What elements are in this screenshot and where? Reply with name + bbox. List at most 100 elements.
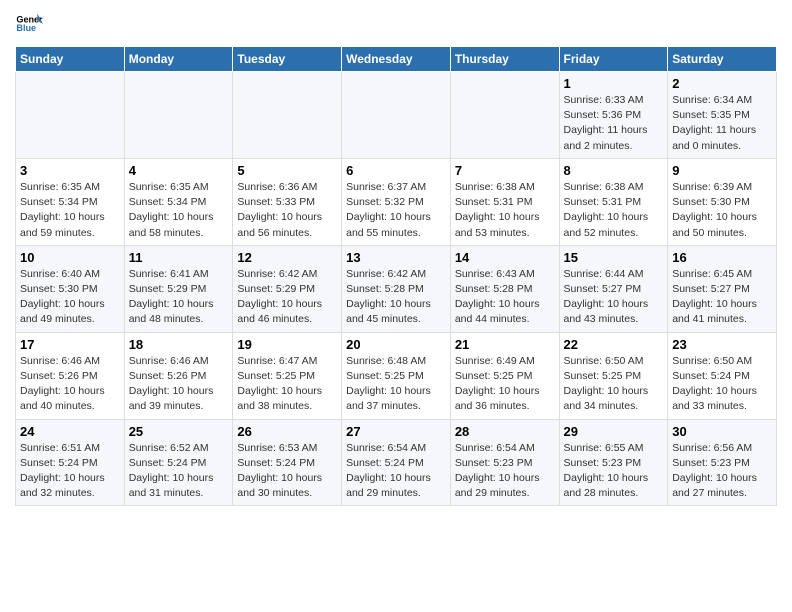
weekday-header-tuesday: Tuesday (233, 47, 342, 72)
day-info: Sunrise: 6:54 AMSunset: 5:23 PMDaylight:… (455, 441, 555, 502)
calendar-cell: 1 Sunrise: 6:33 AMSunset: 5:36 PMDaylight… (559, 72, 668, 159)
day-info: Sunrise: 6:38 AMSunset: 5:31 PMDaylight:… (455, 180, 555, 241)
day-info: Sunrise: 6:34 AMSunset: 5:35 PMDaylight:… (672, 93, 772, 154)
day-number: 20 (346, 337, 446, 352)
day-number: 1 (564, 76, 664, 91)
day-info: Sunrise: 6:46 AMSunset: 5:26 PMDaylight:… (20, 354, 120, 415)
calendar-cell: 3 Sunrise: 6:35 AMSunset: 5:34 PMDaylight… (16, 158, 125, 245)
day-info: Sunrise: 6:42 AMSunset: 5:29 PMDaylight:… (237, 267, 337, 328)
day-number: 18 (129, 337, 229, 352)
day-info: Sunrise: 6:51 AMSunset: 5:24 PMDaylight:… (20, 441, 120, 502)
day-info: Sunrise: 6:37 AMSunset: 5:32 PMDaylight:… (346, 180, 446, 241)
calendar-cell: 7 Sunrise: 6:38 AMSunset: 5:31 PMDaylight… (450, 158, 559, 245)
day-info: Sunrise: 6:54 AMSunset: 5:24 PMDaylight:… (346, 441, 446, 502)
svg-text:Blue: Blue (16, 23, 36, 33)
day-number: 8 (564, 163, 664, 178)
day-info: Sunrise: 6:43 AMSunset: 5:28 PMDaylight:… (455, 267, 555, 328)
calendar-cell: 6 Sunrise: 6:37 AMSunset: 5:32 PMDaylight… (342, 158, 451, 245)
day-info: Sunrise: 6:49 AMSunset: 5:25 PMDaylight:… (455, 354, 555, 415)
calendar-cell (342, 72, 451, 159)
day-number: 13 (346, 250, 446, 265)
day-number: 12 (237, 250, 337, 265)
day-number: 21 (455, 337, 555, 352)
calendar-cell: 23 Sunrise: 6:50 AMSunset: 5:24 PMDayligh… (668, 332, 777, 419)
calendar-cell (450, 72, 559, 159)
calendar-cell: 13 Sunrise: 6:42 AMSunset: 5:28 PMDayligh… (342, 245, 451, 332)
day-number: 14 (455, 250, 555, 265)
day-number: 23 (672, 337, 772, 352)
day-info: Sunrise: 6:55 AMSunset: 5:23 PMDaylight:… (564, 441, 664, 502)
calendar-cell: 15 Sunrise: 6:44 AMSunset: 5:27 PMDayligh… (559, 245, 668, 332)
calendar-cell: 21 Sunrise: 6:49 AMSunset: 5:25 PMDayligh… (450, 332, 559, 419)
day-number: 5 (237, 163, 337, 178)
day-info: Sunrise: 6:38 AMSunset: 5:31 PMDaylight:… (564, 180, 664, 241)
logo-icon: General Blue (15, 10, 43, 38)
day-info: Sunrise: 6:47 AMSunset: 5:25 PMDaylight:… (237, 354, 337, 415)
day-info: Sunrise: 6:50 AMSunset: 5:24 PMDaylight:… (672, 354, 772, 415)
calendar-cell: 9 Sunrise: 6:39 AMSunset: 5:30 PMDaylight… (668, 158, 777, 245)
calendar-cell: 16 Sunrise: 6:45 AMSunset: 5:27 PMDayligh… (668, 245, 777, 332)
day-number: 6 (346, 163, 446, 178)
day-number: 10 (20, 250, 120, 265)
day-number: 17 (20, 337, 120, 352)
calendar-cell: 26 Sunrise: 6:53 AMSunset: 5:24 PMDayligh… (233, 419, 342, 506)
weekday-header-monday: Monday (124, 47, 233, 72)
day-info: Sunrise: 6:46 AMSunset: 5:26 PMDaylight:… (129, 354, 229, 415)
day-number: 29 (564, 424, 664, 439)
calendar-cell: 17 Sunrise: 6:46 AMSunset: 5:26 PMDayligh… (16, 332, 125, 419)
day-info: Sunrise: 6:36 AMSunset: 5:33 PMDaylight:… (237, 180, 337, 241)
day-number: 26 (237, 424, 337, 439)
day-number: 22 (564, 337, 664, 352)
day-number: 3 (20, 163, 120, 178)
day-number: 16 (672, 250, 772, 265)
day-info: Sunrise: 6:39 AMSunset: 5:30 PMDaylight:… (672, 180, 772, 241)
day-info: Sunrise: 6:45 AMSunset: 5:27 PMDaylight:… (672, 267, 772, 328)
calendar-cell: 18 Sunrise: 6:46 AMSunset: 5:26 PMDayligh… (124, 332, 233, 419)
calendar-cell: 30Sunrise: 6:56 AMSunset: 5:23 PMDayligh… (668, 419, 777, 506)
calendar-cell: 19 Sunrise: 6:47 AMSunset: 5:25 PMDayligh… (233, 332, 342, 419)
day-number: 4 (129, 163, 229, 178)
weekday-header-thursday: Thursday (450, 47, 559, 72)
day-info: Sunrise: 6:35 AMSunset: 5:34 PMDaylight:… (20, 180, 120, 241)
calendar-cell (233, 72, 342, 159)
day-number: 2 (672, 76, 772, 91)
calendar-cell (124, 72, 233, 159)
day-info: Sunrise: 6:48 AMSunset: 5:25 PMDaylight:… (346, 354, 446, 415)
day-info: Sunrise: 6:42 AMSunset: 5:28 PMDaylight:… (346, 267, 446, 328)
weekday-header-wednesday: Wednesday (342, 47, 451, 72)
logo: General Blue (15, 10, 47, 38)
weekday-header-friday: Friday (559, 47, 668, 72)
header: General Blue (15, 10, 777, 38)
calendar-cell: 5 Sunrise: 6:36 AMSunset: 5:33 PMDaylight… (233, 158, 342, 245)
calendar-cell: 29 Sunrise: 6:55 AMSunset: 5:23 PMDayligh… (559, 419, 668, 506)
day-info: Sunrise: 6:33 AMSunset: 5:36 PMDaylight:… (564, 93, 664, 154)
day-number: 7 (455, 163, 555, 178)
calendar-cell: 2 Sunrise: 6:34 AMSunset: 5:35 PMDaylight… (668, 72, 777, 159)
day-number: 11 (129, 250, 229, 265)
calendar-cell: 24Sunrise: 6:51 AMSunset: 5:24 PMDayligh… (16, 419, 125, 506)
day-number: 25 (129, 424, 229, 439)
calendar-cell: 20 Sunrise: 6:48 AMSunset: 5:25 PMDayligh… (342, 332, 451, 419)
day-info: Sunrise: 6:44 AMSunset: 5:27 PMDaylight:… (564, 267, 664, 328)
calendar-cell: 22Sunrise: 6:50 AMSunset: 5:25 PMDayligh… (559, 332, 668, 419)
day-info: Sunrise: 6:35 AMSunset: 5:34 PMDaylight:… (129, 180, 229, 241)
calendar-cell: 12 Sunrise: 6:42 AMSunset: 5:29 PMDayligh… (233, 245, 342, 332)
day-info: Sunrise: 6:53 AMSunset: 5:24 PMDaylight:… (237, 441, 337, 502)
calendar-cell: 14 Sunrise: 6:43 AMSunset: 5:28 PMDayligh… (450, 245, 559, 332)
calendar-cell: 27Sunrise: 6:54 AMSunset: 5:24 PMDayligh… (342, 419, 451, 506)
weekday-header-sunday: Sunday (16, 47, 125, 72)
calendar-cell: 11 Sunrise: 6:41 AMSunset: 5:29 PMDayligh… (124, 245, 233, 332)
calendar-table: SundayMondayTuesdayWednesdayThursdayFrid… (15, 46, 777, 506)
page: General Blue SundayMondayTuesdayWednesda… (0, 0, 792, 516)
calendar-cell: 8 Sunrise: 6:38 AMSunset: 5:31 PMDaylight… (559, 158, 668, 245)
day-info: Sunrise: 6:41 AMSunset: 5:29 PMDaylight:… (129, 267, 229, 328)
day-number: 9 (672, 163, 772, 178)
weekday-header-saturday: Saturday (668, 47, 777, 72)
day-number: 15 (564, 250, 664, 265)
calendar-cell: 28 Sunrise: 6:54 AMSunset: 5:23 PMDayligh… (450, 419, 559, 506)
calendar-cell: 25Sunrise: 6:52 AMSunset: 5:24 PMDayligh… (124, 419, 233, 506)
day-info: Sunrise: 6:56 AMSunset: 5:23 PMDaylight:… (672, 441, 772, 502)
day-number: 19 (237, 337, 337, 352)
day-number: 28 (455, 424, 555, 439)
calendar-cell (16, 72, 125, 159)
